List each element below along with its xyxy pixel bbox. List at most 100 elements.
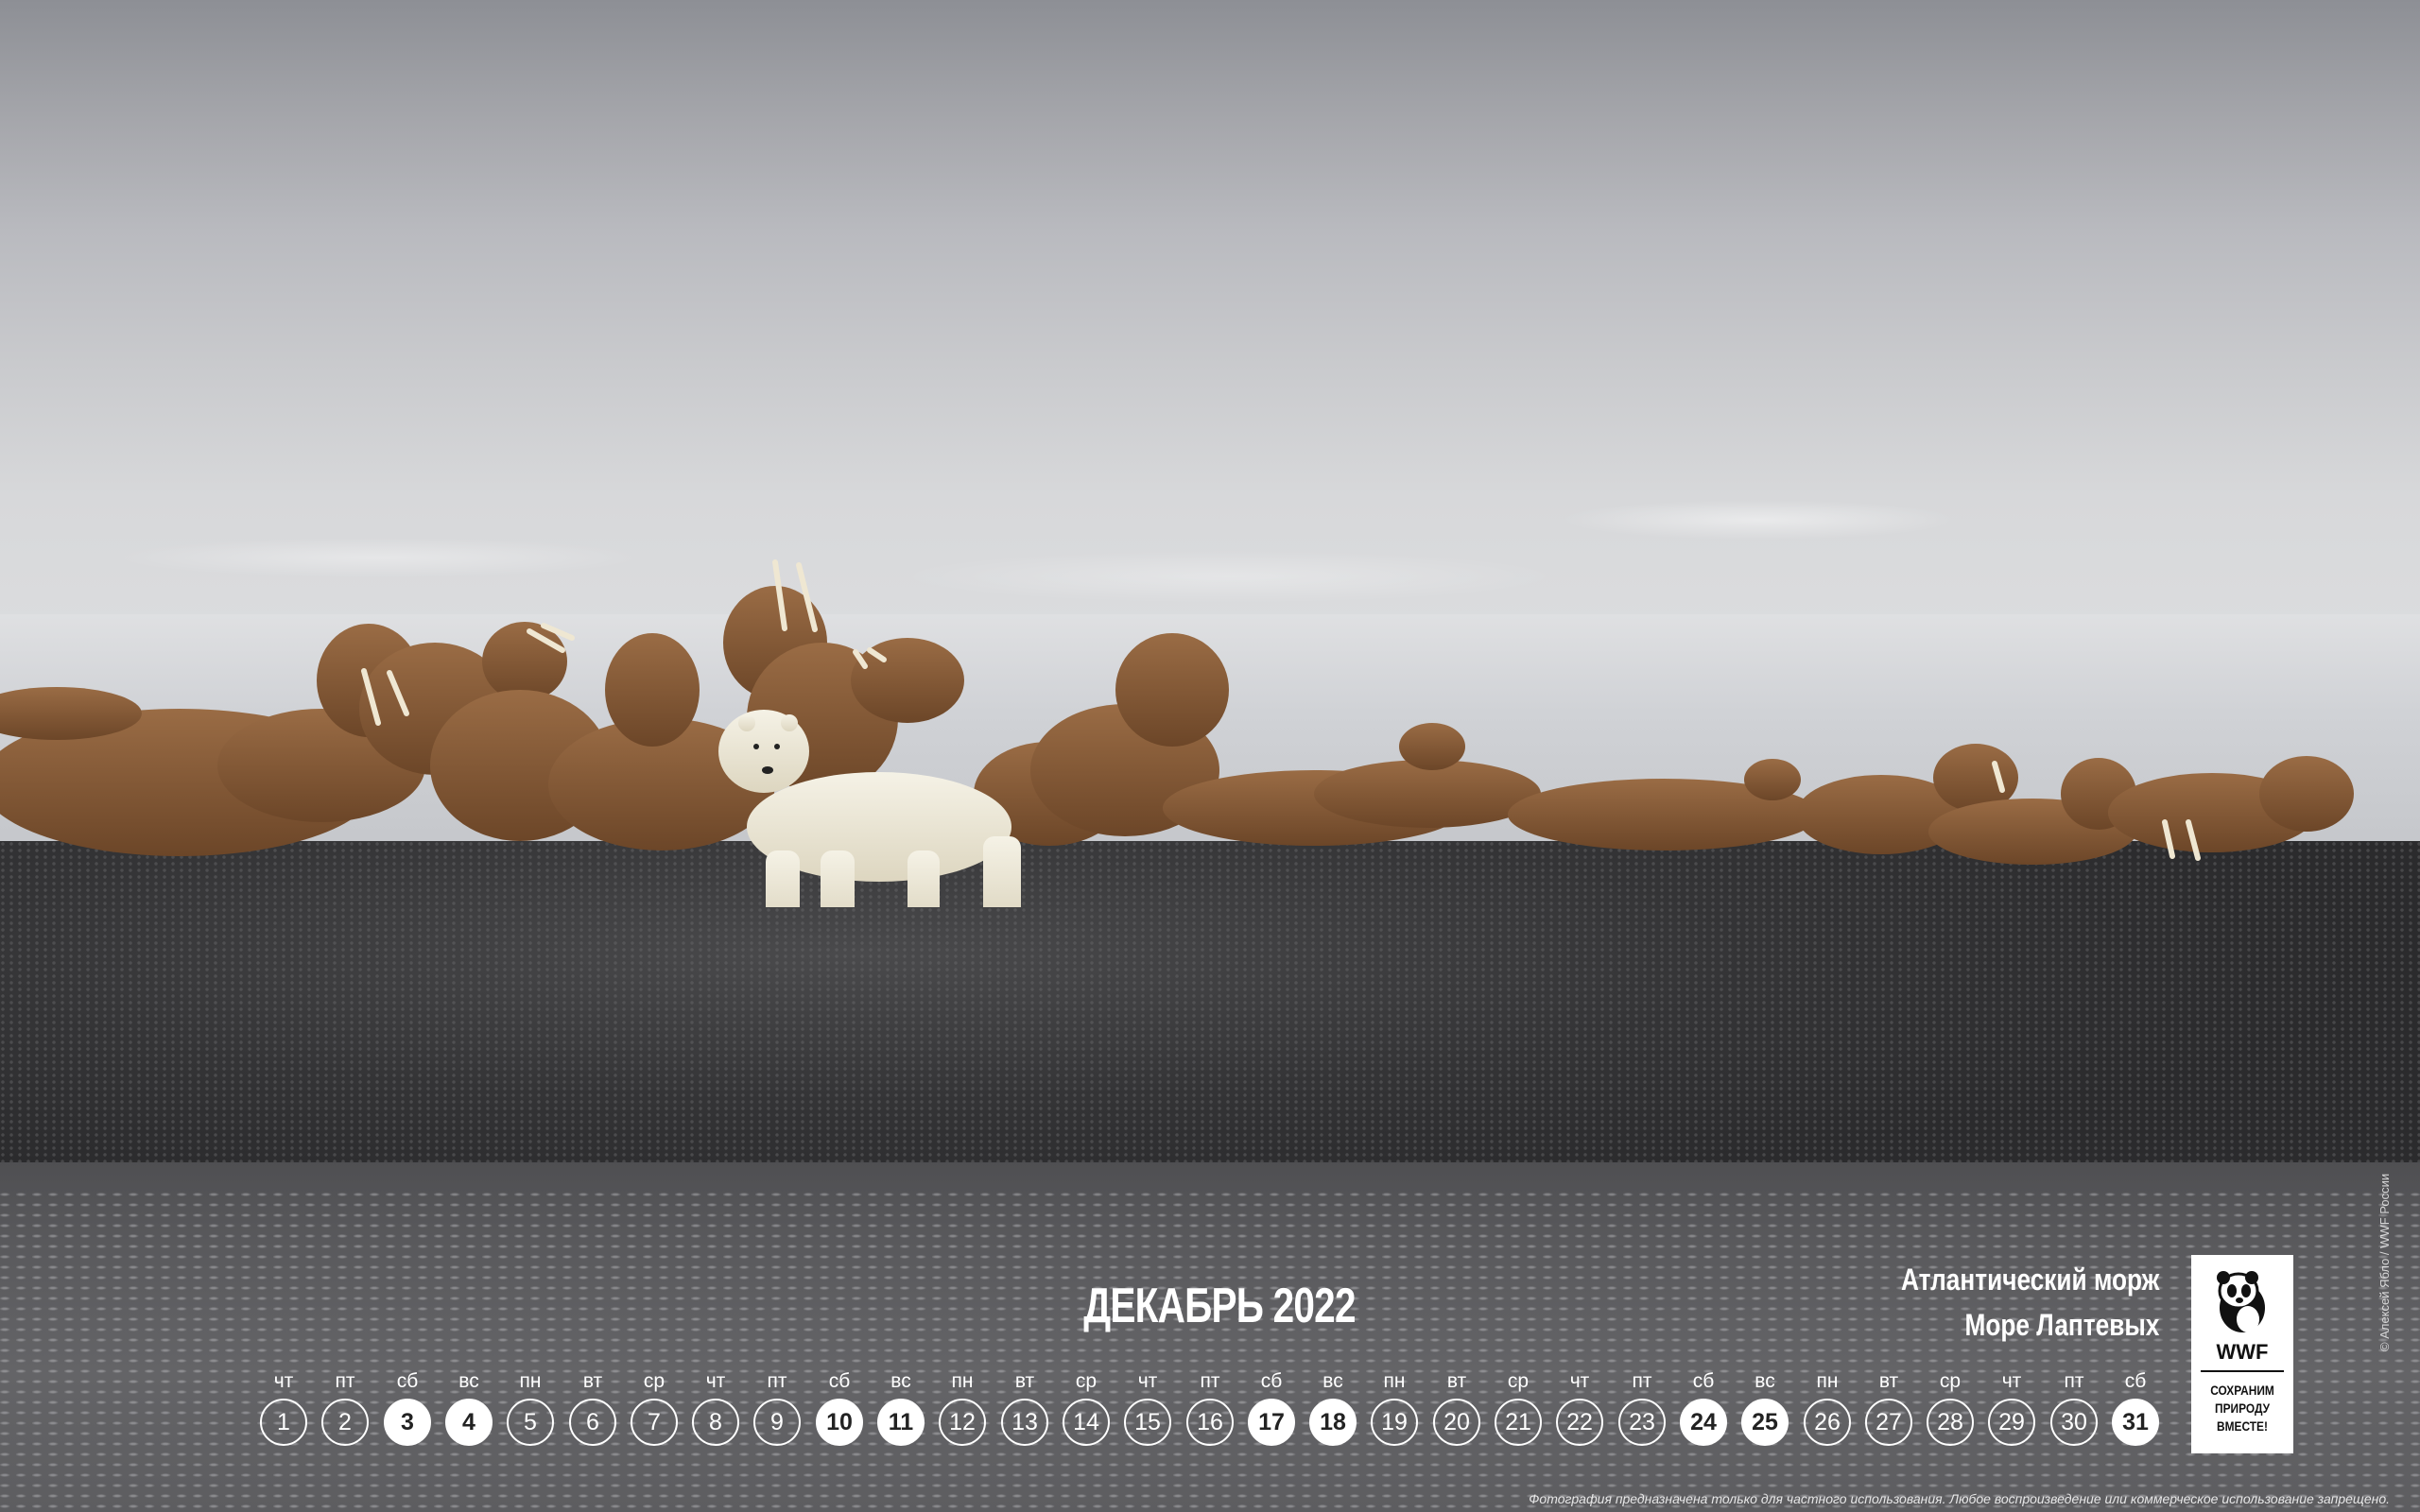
- calendar-day: вт 27: [1863, 1368, 1914, 1446]
- date-number: 5: [507, 1399, 554, 1446]
- calendar-day: чт 29: [1986, 1368, 2037, 1446]
- weekday-label: пн: [1383, 1370, 1406, 1392]
- calendar-day: вт 13: [999, 1368, 1050, 1446]
- date-number: 7: [631, 1399, 678, 1446]
- usage-disclaimer: Фотография предназначена только для част…: [1529, 1491, 2390, 1506]
- weekday-label: вт: [1446, 1370, 1467, 1392]
- calendar-day: вс 11: [875, 1368, 926, 1446]
- date-number: 29: [1988, 1399, 2035, 1446]
- calendar-day: ср 7: [629, 1368, 680, 1446]
- calendar-day: вт 6: [567, 1368, 618, 1446]
- weekday-label: вс: [1754, 1370, 1775, 1392]
- date-number: 13: [1001, 1399, 1048, 1446]
- weekend-date-number: 17: [1248, 1399, 1295, 1446]
- logo-brand: WWF: [2216, 1340, 2269, 1364]
- weekday-label: пн: [951, 1370, 974, 1392]
- panda-icon: [2217, 1271, 2265, 1332]
- date-number: 30: [2050, 1399, 2098, 1446]
- calendar-day: чт 15: [1122, 1368, 1173, 1446]
- date-number: 23: [1618, 1399, 1666, 1446]
- date-number: 28: [1927, 1399, 1974, 1446]
- calendar-day: вс 4: [443, 1368, 494, 1446]
- calendar-day: ср 28: [1925, 1368, 1976, 1446]
- caption-location: Море Лаптевых: [1964, 1308, 2159, 1342]
- calendar-day: сб 24: [1678, 1368, 1729, 1446]
- photo-caption: Атлантический морж Море Лаптевых: [1901, 1257, 2159, 1348]
- date-number: 21: [1495, 1399, 1542, 1446]
- calendar-day: чт 22: [1554, 1368, 1605, 1446]
- date-number: 15: [1124, 1399, 1171, 1446]
- calendar-day: сб 10: [814, 1368, 865, 1446]
- weekday-label: пт: [767, 1370, 787, 1392]
- photo-credit: © Алексей Ябло / WWF России: [2377, 1173, 2392, 1351]
- weekend-date-number: 25: [1741, 1399, 1789, 1446]
- date-number: 20: [1433, 1399, 1480, 1446]
- calendar-day: пн 12: [937, 1368, 988, 1446]
- date-number: 27: [1865, 1399, 1912, 1446]
- calendar-day: вс 18: [1307, 1368, 1358, 1446]
- calendar-day: пт 30: [2048, 1368, 2100, 1446]
- weekday-label: сб: [2124, 1370, 2147, 1392]
- slogan-line-3: ВМЕСТЕ!: [2217, 1418, 2268, 1434]
- weekday-label: ср: [1939, 1370, 1962, 1392]
- calendar-day: чт 8: [690, 1368, 741, 1446]
- slogan-line-1: СОХРАНИМ: [2210, 1383, 2274, 1398]
- weekday-label: вт: [582, 1370, 603, 1392]
- calendar-day: сб 31: [2110, 1368, 2161, 1446]
- weekday-label: пн: [1816, 1370, 1839, 1392]
- weekday-label: ср: [643, 1370, 666, 1392]
- date-number: 8: [692, 1399, 739, 1446]
- weekday-label: пт: [1632, 1370, 1652, 1392]
- weekend-date-number: 18: [1309, 1399, 1357, 1446]
- weekday-label: сб: [1260, 1370, 1283, 1392]
- date-number: 26: [1804, 1399, 1851, 1446]
- calendar-day: чт 1: [258, 1368, 309, 1446]
- date-number: 22: [1556, 1399, 1603, 1446]
- weekday-label: вс: [458, 1370, 479, 1392]
- date-number: 9: [753, 1399, 801, 1446]
- walrus-herd: [0, 559, 2354, 907]
- calendar-day: пт 23: [1616, 1368, 1668, 1446]
- date-number: 1: [260, 1399, 307, 1446]
- calendar-day: пн 26: [1802, 1368, 1853, 1446]
- calendar-title: ДЕКАБРЬ 2022: [1083, 1279, 1356, 1333]
- calendar-day: вс 25: [1739, 1368, 1790, 1446]
- date-number: 12: [939, 1399, 986, 1446]
- weekday-label: вс: [1322, 1370, 1343, 1392]
- weekday-label: ср: [1507, 1370, 1530, 1392]
- caption-species: Атлантический морж: [1900, 1263, 2159, 1297]
- slogan-line-2: ПРИРОДУ: [2215, 1400, 2270, 1416]
- calendar-day: ср 21: [1493, 1368, 1544, 1446]
- calendar-day: сб 3: [382, 1368, 433, 1446]
- weekend-date-number: 11: [877, 1399, 925, 1446]
- weekday-label: чт: [705, 1370, 726, 1392]
- date-number: 2: [321, 1399, 369, 1446]
- calendar-day: вт 20: [1431, 1368, 1482, 1446]
- wwf-logo: WWF СОХРАНИМ ПРИРОДУ ВМЕСТЕ!: [2191, 1255, 2293, 1453]
- weekend-date-number: 10: [816, 1399, 863, 1446]
- calendar-day: пт 2: [320, 1368, 371, 1446]
- weekend-date-number: 31: [2112, 1399, 2159, 1446]
- weekend-date-number: 3: [384, 1399, 431, 1446]
- logo-divider: [2201, 1370, 2284, 1372]
- weekday-label: пн: [519, 1370, 542, 1392]
- weekday-label: чт: [2001, 1370, 2022, 1392]
- date-number: 16: [1186, 1399, 1234, 1446]
- weekday-label: ср: [1075, 1370, 1098, 1392]
- weekday-label: пт: [1200, 1370, 1220, 1392]
- weekday-label: чт: [1569, 1370, 1590, 1392]
- weekend-date-number: 4: [445, 1399, 493, 1446]
- date-number: 14: [1063, 1399, 1110, 1446]
- calendar-day: ср 14: [1061, 1368, 1112, 1446]
- weekday-label: вс: [890, 1370, 911, 1392]
- weekday-label: вт: [1014, 1370, 1035, 1392]
- logo-slogan: СОХРАНИМ ПРИРОДУ ВМЕСТЕ!: [2199, 1382, 2286, 1435]
- calendar-days-row: чт 1 пт 2 сб 3 вс 4 пн 5 вт 6 ср 7 чт 8 пт 9 сб 10 вс 11 пн 12 в…: [258, 1368, 2159, 1453]
- calendar-day: пн 5: [505, 1368, 556, 1446]
- weekday-label: пт: [335, 1370, 355, 1392]
- weekday-label: вт: [1878, 1370, 1899, 1392]
- calendar-day: пн 19: [1369, 1368, 1420, 1446]
- weekday-label: сб: [1692, 1370, 1715, 1392]
- calendar-day: пт 9: [752, 1368, 803, 1446]
- water-glints: [0, 1191, 2420, 1512]
